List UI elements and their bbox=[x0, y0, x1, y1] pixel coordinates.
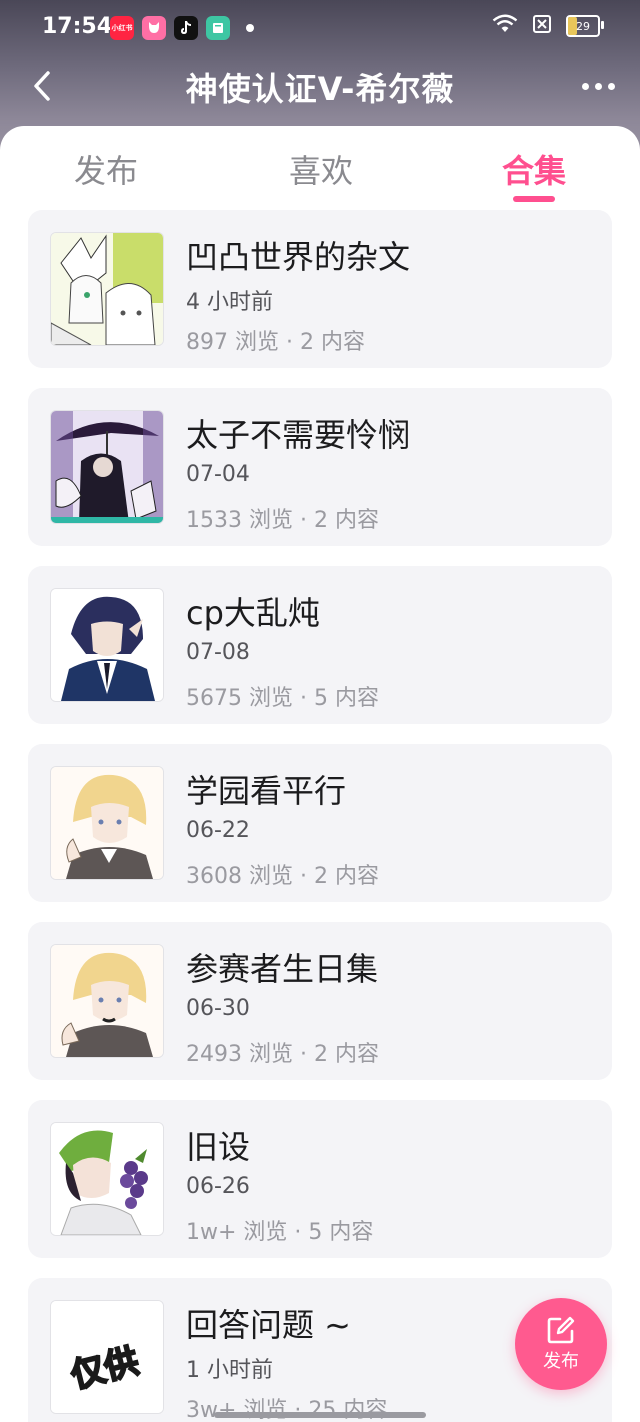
collection-thumbnail bbox=[50, 588, 164, 702]
status-bar: 17:54 小红书 29 bbox=[0, 0, 640, 56]
xiaohongshu-icon: 小红书 bbox=[110, 16, 134, 40]
tab-likes[interactable]: 喜欢 bbox=[261, 146, 381, 192]
collection-thumbnail bbox=[50, 1122, 164, 1236]
collection-card[interactable]: 太子不需要怜悯 07-04 1533 浏览 · 2 内容 bbox=[28, 388, 612, 546]
collection-thumbnail: 仅供 bbox=[50, 1300, 164, 1414]
collection-title: 旧设 bbox=[186, 1128, 251, 1166]
collection-date: 06-30 bbox=[186, 996, 250, 1021]
collection-list: 凹凸世界的杂文 4 小时前 897 浏览 · 2 内容 太子不需要怜悯 07-0… bbox=[28, 210, 612, 1422]
collection-title: 回答问题 ~ bbox=[186, 1306, 351, 1344]
page-title: 神使认证V-希尔薇 bbox=[185, 70, 455, 108]
collection-date: 1 小时前 bbox=[186, 1358, 273, 1383]
fab-label: 发布 bbox=[543, 1351, 579, 1372]
tiktok-icon bbox=[174, 16, 198, 40]
nav-bar: 神使认证V-希尔薇 bbox=[0, 56, 640, 116]
collection-date: 07-08 bbox=[186, 640, 250, 665]
active-tab-indicator bbox=[513, 196, 555, 202]
xiaohongshu-icon-label: 小红书 bbox=[111, 24, 133, 32]
collection-title: 太子不需要怜悯 bbox=[186, 416, 411, 454]
battery-icon: 29 bbox=[566, 15, 604, 37]
notification-dot bbox=[246, 24, 254, 32]
content-sheet: 发布 喜欢 合集 凹凸世界的杂文 4 小时前 897 浏览 · 2 内容 太子不… bbox=[0, 126, 640, 1422]
collection-stats: 897 浏览 · 2 内容 bbox=[186, 330, 365, 355]
collection-thumbnail bbox=[50, 410, 164, 524]
collection-date: 06-22 bbox=[186, 818, 250, 843]
collection-date: 4 小时前 bbox=[186, 290, 273, 315]
collection-title: 学园看平行 bbox=[186, 772, 347, 810]
tab-bar: 发布 喜欢 合集 bbox=[0, 126, 640, 210]
sim-off-icon bbox=[532, 14, 552, 38]
collection-stats: 2493 浏览 · 2 内容 bbox=[186, 1042, 379, 1067]
collection-thumbnail bbox=[50, 232, 164, 346]
collection-stats: 1533 浏览 · 2 内容 bbox=[186, 508, 379, 533]
more-dot-icon bbox=[581, 82, 589, 90]
tab-collections[interactable]: 合集 bbox=[474, 146, 594, 192]
more-dot-icon bbox=[607, 82, 615, 90]
collection-title: cp大乱炖 bbox=[186, 594, 320, 632]
collection-thumbnail bbox=[50, 766, 164, 880]
book-app-icon bbox=[206, 16, 230, 40]
collection-card[interactable]: 凹凸世界的杂文 4 小时前 897 浏览 · 2 内容 bbox=[28, 210, 612, 368]
edit-icon bbox=[547, 1316, 575, 1344]
collection-card[interactable]: 旧设 06-26 1w+ 浏览 · 5 内容 bbox=[28, 1100, 612, 1258]
collection-date: 06-26 bbox=[186, 1174, 250, 1199]
collection-title: 凹凸世界的杂文 bbox=[186, 238, 411, 276]
more-dot-icon bbox=[594, 82, 602, 90]
collection-card[interactable]: 学园看平行 06-22 3608 浏览 · 2 内容 bbox=[28, 744, 612, 902]
status-right-group: 29 bbox=[492, 14, 604, 38]
collection-title: 参赛者生日集 bbox=[186, 950, 379, 988]
battery-level: 29 bbox=[576, 19, 590, 33]
collection-stats: 3608 浏览 · 2 内容 bbox=[186, 864, 379, 889]
collection-card[interactable]: 参赛者生日集 06-30 2493 浏览 · 2 内容 bbox=[28, 922, 612, 1080]
collection-card[interactable]: cp大乱炖 07-08 5675 浏览 · 5 内容 bbox=[28, 566, 612, 724]
collection-thumbnail bbox=[50, 944, 164, 1058]
collection-date: 07-04 bbox=[186, 462, 250, 487]
tab-publish[interactable]: 发布 bbox=[46, 146, 166, 192]
collection-stats: 1w+ 浏览 · 5 内容 bbox=[186, 1220, 374, 1245]
publish-fab-button[interactable]: 发布 bbox=[515, 1298, 607, 1390]
collection-stats: 5675 浏览 · 5 内容 bbox=[186, 686, 379, 711]
cat-app-icon bbox=[142, 16, 166, 40]
wifi-icon bbox=[492, 14, 518, 38]
more-options-button[interactable] bbox=[574, 66, 622, 106]
status-time: 17:54 bbox=[42, 14, 113, 39]
home-indicator[interactable] bbox=[214, 1412, 426, 1418]
